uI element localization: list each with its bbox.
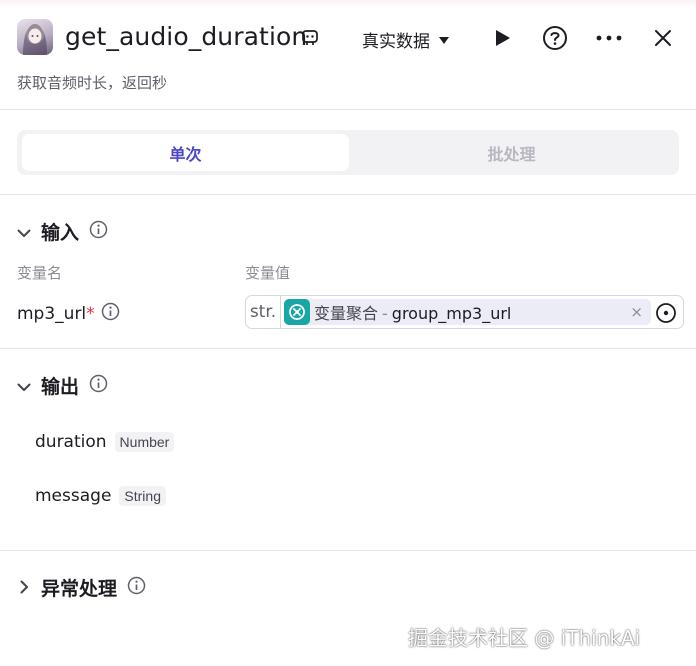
ref-node-name: 变量聚合 bbox=[314, 304, 379, 323]
info-icon[interactable] bbox=[89, 220, 108, 244]
divider bbox=[0, 348, 696, 349]
required-mark: * bbox=[86, 304, 95, 324]
param-name: mp3_url* bbox=[17, 302, 120, 326]
data-mode-dropdown[interactable]: 真实数据 bbox=[362, 27, 450, 52]
ref-variable-name: group_mp3_url bbox=[391, 304, 512, 323]
input-section-toggle[interactable]: 输入 bbox=[17, 218, 108, 245]
plugin-icon[interactable] bbox=[300, 28, 320, 48]
chevron-right-icon bbox=[17, 577, 31, 599]
info-icon[interactable] bbox=[127, 576, 146, 600]
node-title: get_audio_duration bbox=[65, 22, 308, 51]
divider bbox=[0, 550, 696, 551]
help-button[interactable] bbox=[542, 25, 568, 51]
node-avatar bbox=[17, 19, 53, 55]
run-mode-tabs: 单次 批处理 bbox=[17, 130, 679, 175]
exception-section-toggle[interactable]: 异常处理 bbox=[17, 574, 146, 601]
more-button[interactable] bbox=[596, 28, 622, 48]
node-header: get_audio_duration 真实数据 获取音频时长，返回秒 bbox=[0, 0, 696, 110]
question-icon bbox=[543, 26, 567, 50]
column-label-name: 变量名 bbox=[17, 264, 63, 282]
exception-section-title: 异常处理 bbox=[41, 578, 118, 600]
tab-batch[interactable]: 批处理 bbox=[348, 134, 675, 171]
output-field: message String bbox=[35, 486, 166, 506]
ref-separator: - bbox=[382, 304, 388, 323]
run-button[interactable] bbox=[490, 26, 514, 50]
output-field: duration Number bbox=[35, 432, 175, 452]
output-section-title: 输出 bbox=[41, 376, 80, 398]
output-type-tag: String bbox=[119, 486, 166, 506]
param-value-field[interactable]: str. 变量聚合 - group_mp3_url × bbox=[245, 295, 684, 329]
output-type-tag: Number bbox=[114, 432, 175, 452]
run-mode-tabs-section: 单次 批处理 bbox=[0, 110, 696, 195]
chevron-down-icon bbox=[17, 375, 31, 397]
close-icon bbox=[655, 30, 671, 46]
clear-reference-button[interactable]: × bbox=[630, 303, 643, 321]
close-button[interactable] bbox=[652, 27, 674, 49]
target-select-icon[interactable] bbox=[655, 302, 677, 328]
tab-single[interactable]: 单次 bbox=[22, 134, 349, 171]
caret-down-icon bbox=[438, 30, 450, 50]
type-tag: str. bbox=[246, 296, 281, 328]
info-icon[interactable] bbox=[89, 374, 108, 398]
watermark: 掘金技术社区 @ iThinkAi bbox=[408, 626, 641, 650]
param-name-label: mp3_url bbox=[17, 304, 87, 324]
output-field-name: duration bbox=[35, 432, 107, 452]
more-icon bbox=[596, 35, 622, 41]
output-section-toggle[interactable]: 输出 bbox=[17, 372, 108, 399]
info-icon[interactable] bbox=[101, 302, 120, 326]
play-icon bbox=[496, 30, 510, 46]
chevron-down-icon bbox=[17, 221, 31, 243]
column-label-value: 变量值 bbox=[245, 264, 291, 282]
data-mode-label: 真实数据 bbox=[362, 32, 430, 52]
node-description: 获取音频时长，返回秒 bbox=[17, 74, 168, 92]
input-section-title: 输入 bbox=[41, 222, 80, 244]
variable-aggregate-icon bbox=[284, 299, 310, 325]
output-field-name: message bbox=[35, 486, 112, 506]
variable-reference-chip[interactable]: 变量聚合 - group_mp3_url × bbox=[284, 299, 651, 325]
